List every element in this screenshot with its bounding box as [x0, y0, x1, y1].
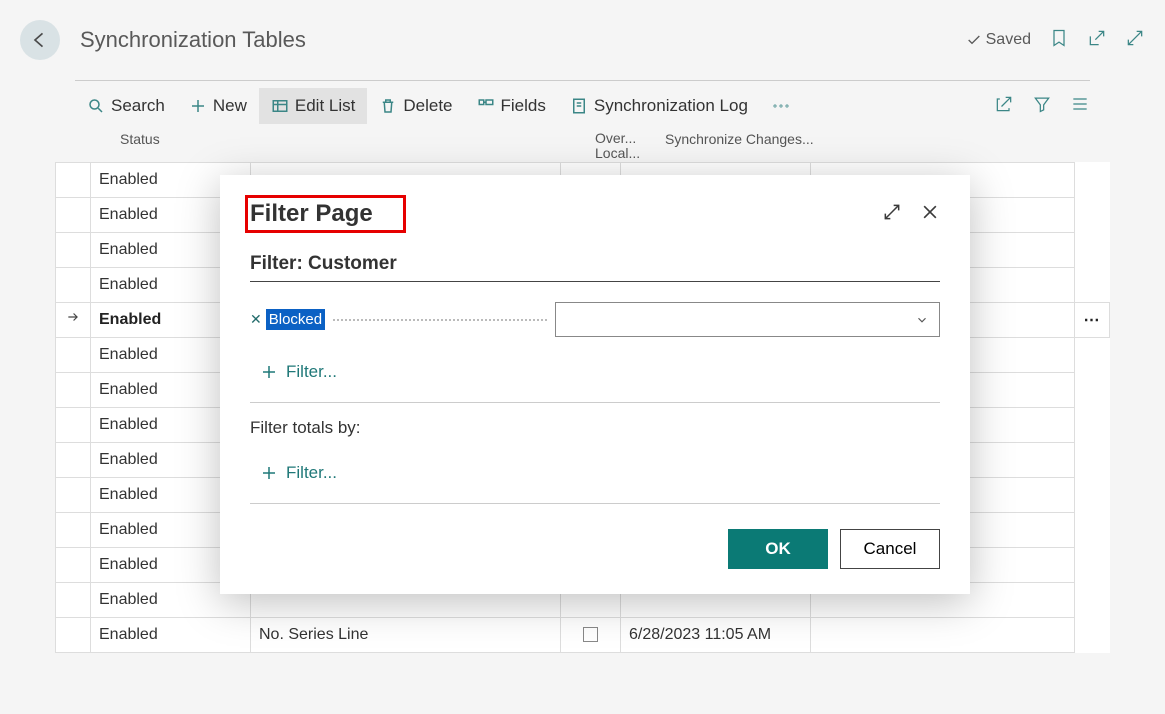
col-status: Status — [120, 131, 260, 162]
add-filter-button[interactable]: Filter... — [260, 362, 940, 382]
filter-field-label[interactable]: Blocked — [266, 309, 325, 330]
dialog-close-icon[interactable] — [920, 202, 940, 227]
chevron-down-icon — [915, 313, 929, 327]
popout-icon[interactable] — [1087, 28, 1107, 53]
row-indicator — [56, 337, 91, 372]
row-indicator — [56, 197, 91, 232]
share-icon[interactable] — [994, 94, 1014, 119]
row-indicator — [56, 442, 91, 477]
delete-label: Delete — [403, 96, 452, 116]
new-button[interactable]: New — [177, 88, 259, 124]
table-row[interactable]: EnabledNo. Series Line 6/28/2023 11:05 AM — [56, 617, 1110, 652]
row-indicator — [56, 162, 91, 197]
row-indicator — [56, 617, 91, 652]
filter-totals-label: Filter totals by: — [250, 418, 940, 438]
row-indicator — [56, 477, 91, 512]
filter-section-title: Filter: Customer — [250, 253, 940, 282]
fields-label: Fields — [501, 96, 546, 116]
cancel-button[interactable]: Cancel — [840, 529, 940, 569]
row-indicator — [56, 512, 91, 547]
row-menu-button[interactable]: ⋯ — [1075, 302, 1110, 337]
row-indicator — [56, 267, 91, 302]
more-button[interactable] — [760, 95, 802, 117]
filter-value-dropdown[interactable] — [555, 302, 940, 337]
delete-button[interactable]: Delete — [367, 88, 464, 124]
bookmark-icon[interactable] — [1049, 28, 1069, 53]
cell-sync: 6/28/2023 11:05 AM — [621, 617, 811, 652]
fields-button[interactable]: Fields — [465, 88, 558, 124]
cell-status: Enabled — [91, 617, 251, 652]
add-totals-filter-button[interactable]: Filter... — [260, 463, 940, 483]
list-view-icon[interactable] — [1070, 94, 1090, 119]
search-label: Search — [111, 96, 165, 116]
check-icon — [966, 32, 982, 48]
filter-icon[interactable] — [1032, 94, 1052, 119]
new-label: New — [213, 96, 247, 116]
col-sync: Synchronize Changes... — [665, 131, 814, 162]
col-over: Over... Local... — [595, 131, 650, 162]
row-indicator — [56, 407, 91, 442]
back-button[interactable] — [20, 20, 60, 60]
row-indicator — [56, 547, 91, 582]
edit-list-button[interactable]: Edit List — [259, 88, 367, 124]
ok-button[interactable]: OK — [728, 529, 828, 569]
sync-log-label: Synchronization Log — [594, 96, 748, 116]
dialog-expand-icon[interactable] — [882, 202, 902, 227]
row-indicator — [56, 232, 91, 267]
edit-list-label: Edit List — [295, 96, 355, 116]
row-indicator — [56, 372, 91, 407]
saved-label: Saved — [986, 31, 1031, 49]
search-button[interactable]: Search — [75, 88, 177, 124]
remove-filter-icon[interactable]: ✕ — [250, 311, 262, 328]
row-indicator — [56, 302, 91, 337]
filter-page-dialog: Filter Page Filter: Customer ✕ Blocked F… — [220, 175, 970, 594]
add-totals-filter-label: Filter... — [286, 463, 337, 483]
cell-name: No. Series Line — [251, 617, 561, 652]
page-title: Synchronization Tables — [80, 27, 966, 53]
cell-override[interactable] — [561, 617, 621, 652]
divider-dots — [333, 319, 547, 321]
add-filter-label: Filter... — [286, 362, 337, 382]
dialog-title: Filter Page — [250, 200, 373, 227]
cell-rest — [811, 617, 1075, 652]
expand-icon[interactable] — [1125, 28, 1145, 53]
row-indicator — [56, 582, 91, 617]
sync-log-button[interactable]: Synchronization Log — [558, 88, 760, 124]
